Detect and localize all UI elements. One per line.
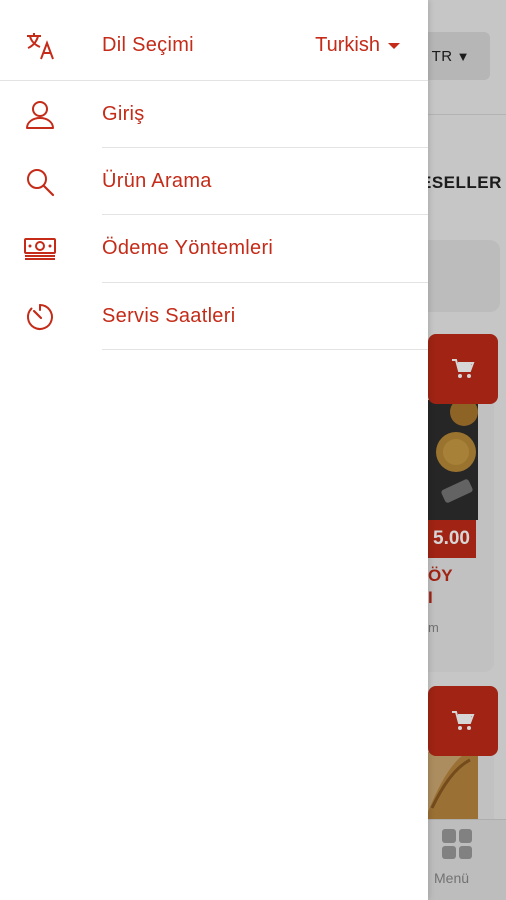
drawer-item-label: Servis Saatleri xyxy=(102,305,236,327)
translate-icon xyxy=(24,30,56,62)
divider xyxy=(102,349,428,350)
drawer-item-label: Dil Seçimi xyxy=(102,34,194,56)
drawer-item-label: Ödeme Yöntemleri xyxy=(102,237,274,259)
drawer-item-label: Ürün Arama xyxy=(102,170,212,192)
drawer-item-service-hours[interactable]: Servis Saatleri xyxy=(0,283,428,350)
navigation-drawer: Dil Seçimi Turkish Giriş Ürün Arama Ödem… xyxy=(0,0,428,900)
dropdown-arrow-icon xyxy=(388,42,400,49)
drawer-item-product-search[interactable]: Ürün Arama xyxy=(0,148,428,215)
drawer-item-label: Giriş xyxy=(102,103,145,125)
language-select-value: Turkish xyxy=(315,34,380,56)
cash-icon xyxy=(24,233,56,265)
drawer-item-payment-methods[interactable]: Ödeme Yöntemleri xyxy=(0,215,428,282)
language-select[interactable]: Turkish xyxy=(315,34,400,57)
person-icon xyxy=(24,99,56,131)
search-icon xyxy=(24,166,56,198)
drawer-item-login[interactable]: Giriş xyxy=(0,81,428,148)
timer-icon xyxy=(24,301,56,333)
drawer-item-language[interactable]: Dil Seçimi Turkish xyxy=(0,12,428,79)
